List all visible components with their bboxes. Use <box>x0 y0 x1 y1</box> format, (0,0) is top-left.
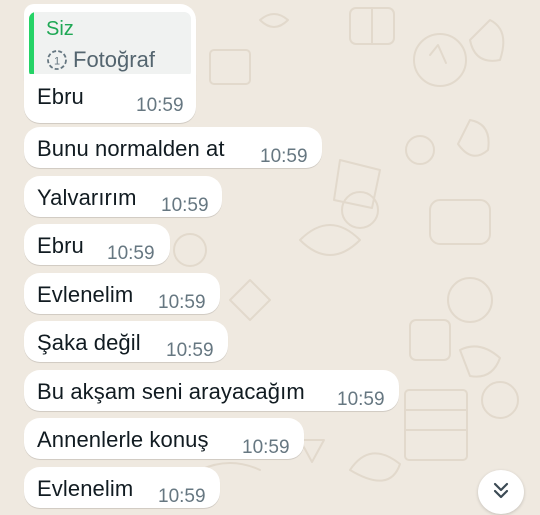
message-bubble[interactable]: Evlenelim 10:59 <box>24 273 220 314</box>
double-chevron-down-icon <box>490 479 512 506</box>
message-bubble[interactable]: Annenlerle konuş 10:59 <box>24 418 304 459</box>
svg-text:1: 1 <box>54 56 60 68</box>
quote-accent-bar <box>29 12 34 78</box>
quote-media-label: Fotoğraf <box>73 47 155 72</box>
message-text: Evlenelim <box>37 282 134 307</box>
quote-author: Siz <box>46 18 74 40</box>
message-bubble[interactable]: Evlenelim 10:59 <box>24 467 220 508</box>
message-time: 10:59 <box>136 95 184 116</box>
message-bubble[interactable]: Bunu normalden at 10:59 <box>24 127 322 168</box>
message-time: 10:59 <box>260 146 308 167</box>
message-bubble[interactable]: Yalvarırım 10:59 <box>24 176 222 217</box>
quoted-reply-container: Siz 1 Fotoğraf <box>24 4 196 80</box>
message-time: 10:59 <box>337 389 385 410</box>
message-list[interactable]: Siz 1 Fotoğraf Ebru 10:59 Bunu normalden… <box>0 0 540 515</box>
message-text: Ebru <box>37 233 84 258</box>
quoted-message[interactable]: Siz 1 Fotoğraf <box>29 12 191 78</box>
message-time: 10:59 <box>158 292 206 313</box>
message-bubble[interactable]: Ebru 10:59 <box>24 224 170 265</box>
message-time: 10:59 <box>158 486 206 507</box>
message-text: Annenlerle konuş <box>37 427 209 452</box>
message-text: Bu akşam seni arayacağım <box>37 379 305 404</box>
message-time: 10:59 <box>242 437 290 458</box>
message-bubble[interactable]: Bu akşam seni arayacağım 10:59 <box>24 370 399 411</box>
message-text: Yalvarırım <box>37 185 137 210</box>
scroll-to-bottom-button[interactable] <box>478 470 524 514</box>
message-time: 10:59 <box>166 340 214 361</box>
message-text: Evlenelim <box>37 476 134 501</box>
message-text: Ebru <box>37 84 84 109</box>
message-bubble[interactable]: Ebru 10:59 <box>24 74 196 123</box>
view-once-icon: 1 <box>46 49 68 71</box>
message-bubble[interactable]: Şaka değil 10:59 <box>24 321 228 362</box>
message-text: Bunu normalden at <box>37 136 225 161</box>
message-time: 10:59 <box>107 243 155 264</box>
quote-body: 1 Fotoğraf <box>46 47 155 73</box>
message-time: 10:59 <box>161 195 209 216</box>
message-text: Şaka değil <box>37 330 141 355</box>
